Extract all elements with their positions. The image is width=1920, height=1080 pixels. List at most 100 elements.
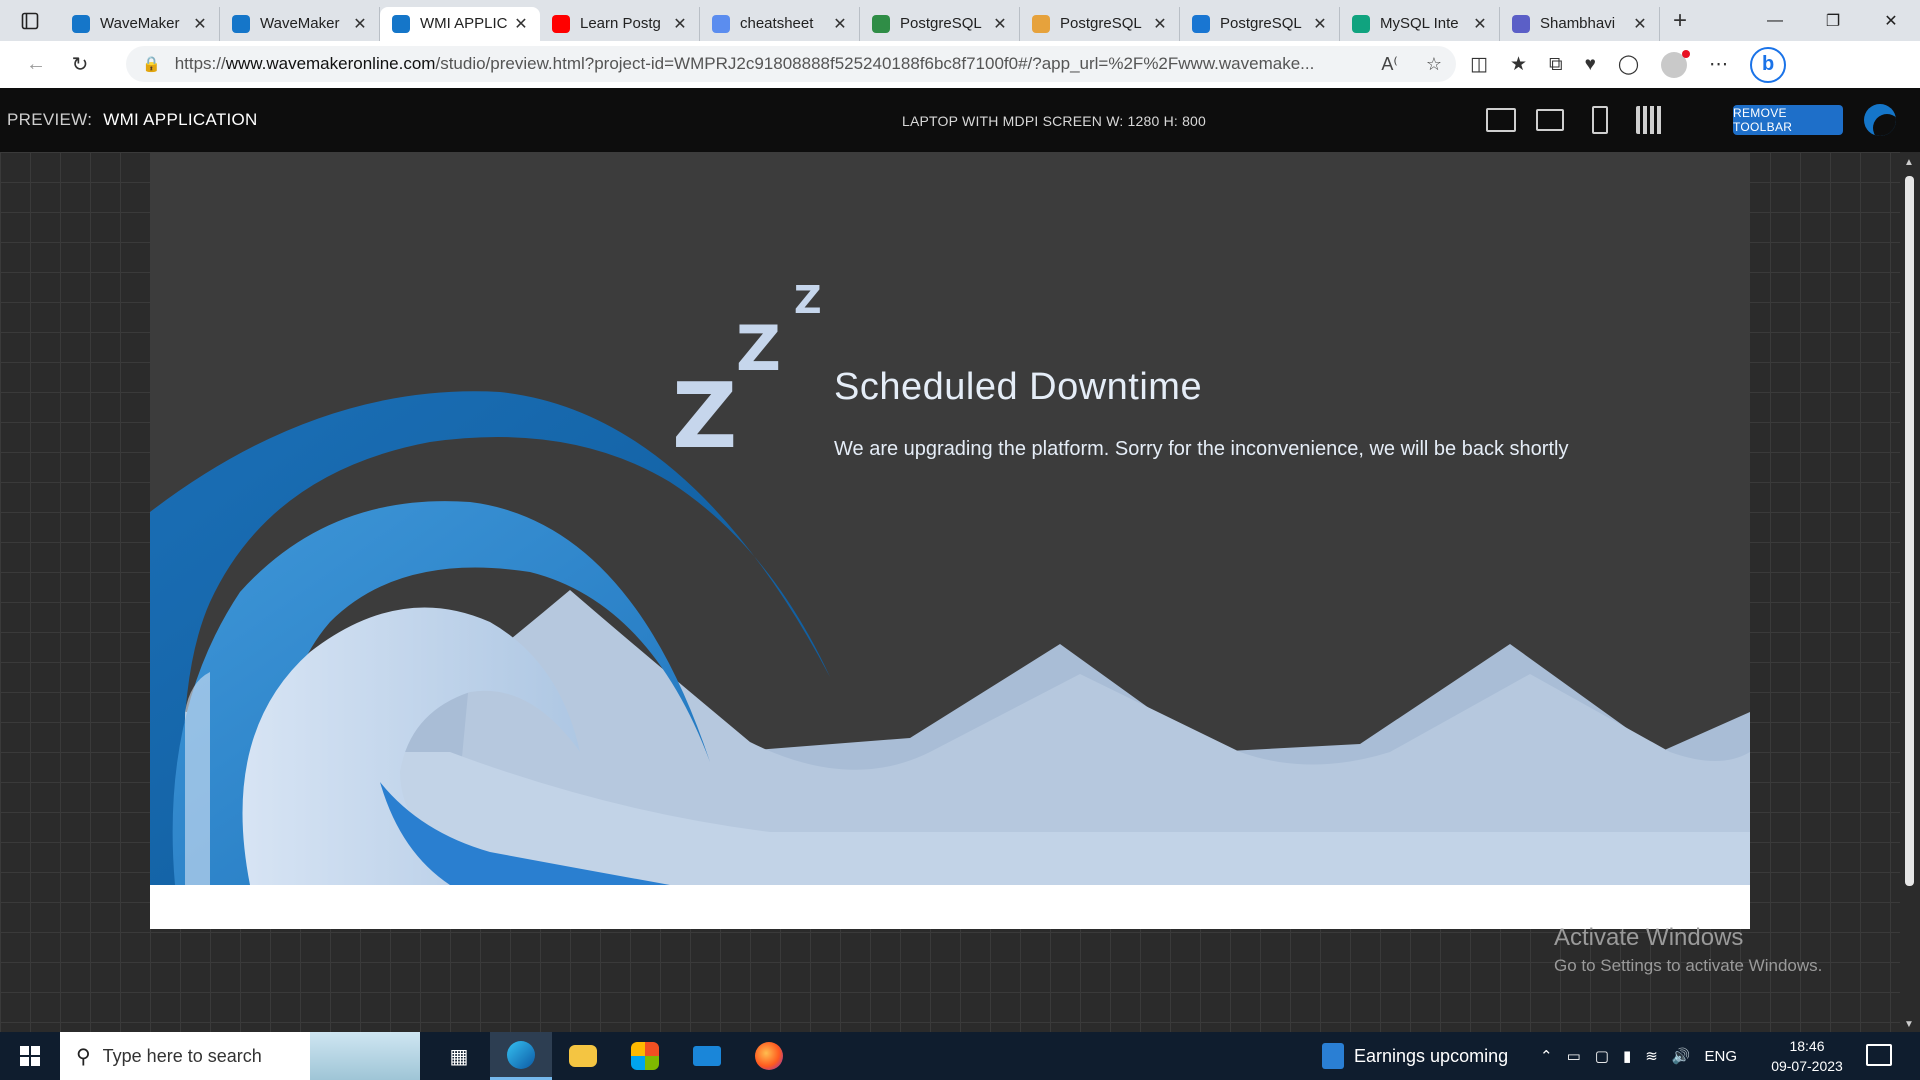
tab-title: PostgreSQL xyxy=(1220,15,1302,32)
close-tab-icon[interactable]: ✕ xyxy=(831,14,849,34)
favorite-star-icon[interactable]: ☆ xyxy=(1426,54,1442,75)
edge-icon[interactable]: ◯ xyxy=(1618,53,1639,76)
downtime-title: Scheduled Downtime xyxy=(834,366,1203,408)
start-button[interactable] xyxy=(0,1032,60,1080)
browser-tab[interactable]: PostgreSQL ✕ xyxy=(860,6,1020,41)
notifications-icon[interactable] xyxy=(1866,1044,1892,1066)
preview-label: PREVIEW: WMI APPLICATION xyxy=(7,110,258,130)
scroll-down-icon[interactable]: ▼ xyxy=(1904,1019,1914,1030)
search-highlight-image xyxy=(310,1032,420,1080)
tab-title: Learn Postg xyxy=(580,15,661,32)
bing-chat-icon[interactable]: b xyxy=(1750,46,1787,83)
taskbar-search-input[interactable]: ⚲ Type here to search xyxy=(60,1032,420,1080)
close-window-button[interactable]: ✕ xyxy=(1862,0,1920,41)
taskbar-explorer-button[interactable] xyxy=(552,1032,614,1080)
taskbar-edge-button[interactable] xyxy=(490,1032,552,1080)
browser-tab[interactable]: Learn Postg ✕ xyxy=(540,6,700,41)
clock-date: 09-07-2023 xyxy=(1771,1058,1843,1074)
show-hidden-icons-icon[interactable]: ⌃ xyxy=(1540,1047,1553,1065)
clock-time: 18:46 xyxy=(1789,1038,1825,1054)
tab-actions-button[interactable] xyxy=(0,0,60,41)
browser-tab[interactable]: cheatsheet ✕ xyxy=(700,6,860,41)
news-widget[interactable]: Earnings upcoming xyxy=(1322,1032,1508,1080)
address-bar-row: ← ↻ 🔒 https://www.wavemakeronline.com/st… xyxy=(0,41,1920,88)
browser-essentials-icon[interactable]: ♥ xyxy=(1585,54,1596,76)
close-tab-icon[interactable]: ✕ xyxy=(671,14,689,34)
search-icon: ⚲ xyxy=(76,1045,91,1068)
app-name: WMI APPLICATION xyxy=(103,110,258,129)
url-prefix: https:// xyxy=(174,54,226,73)
taskbar-store-button[interactable] xyxy=(614,1032,676,1080)
phone-view-icon[interactable] xyxy=(1592,106,1608,134)
restore-button[interactable]: ❐ xyxy=(1804,0,1862,41)
globe-icon xyxy=(1032,14,1050,33)
split-screen-icon[interactable]: ◫ xyxy=(1470,53,1488,76)
taskbar: ⚲ Type here to search ▦ Earnings upcomin… xyxy=(0,1032,1920,1080)
vertical-scrollbar[interactable]: ▲ ▼ xyxy=(1900,152,1920,1032)
browser-tab[interactable]: WaveMaker ✕ xyxy=(60,6,220,41)
activate-line2: Go to Settings to activate Windows. xyxy=(1554,956,1823,975)
new-tab-button[interactable]: + xyxy=(1660,7,1700,35)
browser-tab[interactable]: WaveMaker ✕ xyxy=(220,6,380,41)
close-tab-icon[interactable]: ✕ xyxy=(991,14,1009,34)
language-indicator[interactable]: ENG xyxy=(1704,1048,1737,1065)
browser-tab-strip: WaveMaker ✕ WaveMaker ✕ WMI APPLIC ✕ Learn Pos… xyxy=(0,0,1920,41)
system-tray: ⌃ ▭ ▢ ▮ ≋ 🔊 ENG xyxy=(1540,1032,1737,1080)
remove-toolbar-button[interactable]: REMOVE TOOLBAR xyxy=(1733,105,1843,135)
lock-icon: 🔒 xyxy=(142,56,161,73)
close-tab-icon[interactable]: ✕ xyxy=(191,14,209,34)
display-icon[interactable]: ▢ xyxy=(1595,1047,1609,1065)
close-tab-icon[interactable]: ✕ xyxy=(1631,14,1649,34)
close-tab-icon[interactable]: ✕ xyxy=(1471,14,1489,34)
news-icon xyxy=(1322,1043,1344,1069)
q-icon xyxy=(1192,14,1210,33)
task-view-button[interactable]: ▦ xyxy=(428,1032,490,1080)
tab-title: PostgreSQL xyxy=(1060,15,1142,32)
meet-now-icon[interactable]: ▭ xyxy=(1567,1047,1581,1065)
close-tab-icon[interactable]: ✕ xyxy=(1311,14,1329,34)
qr-code-icon[interactable] xyxy=(1636,106,1664,134)
scrollbar-thumb[interactable] xyxy=(1905,176,1914,886)
close-tab-icon[interactable]: ✕ xyxy=(351,14,369,34)
close-tab-icon[interactable]: ✕ xyxy=(1151,14,1169,34)
battery-icon[interactable]: ▮ xyxy=(1623,1047,1631,1065)
scroll-up-icon[interactable]: ▲ xyxy=(1904,157,1914,168)
windows-logo-icon xyxy=(20,1046,40,1066)
tab-title: MySQL Inte xyxy=(1380,15,1459,32)
browser-tab[interactable]: MySQL Inte ✕ xyxy=(1340,6,1500,41)
profile-avatar[interactable] xyxy=(1661,49,1691,78)
minimize-button[interactable]: — xyxy=(1746,0,1804,41)
frame-footer-strip xyxy=(150,885,1750,929)
browser-tab[interactable]: PostgreSQL ✕ xyxy=(1180,6,1340,41)
chatgpt-icon xyxy=(1352,14,1370,33)
app-preview-frame: Z Z Z Scheduled Downtime We are upgradin… xyxy=(150,152,1750,929)
tablet-view-icon[interactable] xyxy=(1536,109,1564,131)
tab-title: WMI APPLIC xyxy=(420,15,508,32)
volume-icon[interactable]: 🔊 xyxy=(1672,1047,1691,1065)
back-button[interactable]: ← xyxy=(14,45,58,85)
browser-tab[interactable]: WMI APPLIC ✕ xyxy=(380,6,540,41)
tab-title: WaveMaker xyxy=(260,15,340,32)
favorites-icon[interactable]: ★ xyxy=(1510,53,1527,76)
taskbar-firefox-button[interactable] xyxy=(738,1032,800,1080)
close-tab-icon[interactable]: ✕ xyxy=(512,14,530,34)
url-path: /studio/preview.html?project-id=WMPRJ2c9… xyxy=(435,54,1315,73)
preview-toolbar: PREVIEW: WMI APPLICATION LAPTOP WITH MDP… xyxy=(0,88,1920,152)
wifi-icon[interactable]: ≋ xyxy=(1645,1047,1658,1065)
browser-tab[interactable]: Shambhavi ✕ xyxy=(1500,6,1660,41)
url-input[interactable]: 🔒 https://www.wavemakeronline.com/studio… xyxy=(126,46,1456,82)
mail-icon xyxy=(693,1046,721,1066)
laptop-view-icon[interactable] xyxy=(1486,108,1516,132)
news-text: Earnings upcoming xyxy=(1354,1045,1509,1066)
tab-title: WaveMaker xyxy=(100,15,180,32)
browser-tab[interactable]: PostgreSQL ✕ xyxy=(1020,6,1180,41)
refresh-button[interactable]: ↻ xyxy=(58,45,102,85)
taskbar-mail-button[interactable] xyxy=(676,1032,738,1080)
read-aloud-icon[interactable]: A⁽ xyxy=(1381,54,1397,75)
tab-title: PostgreSQL xyxy=(900,15,982,32)
file-explorer-icon xyxy=(569,1045,597,1067)
wavemaker-icon xyxy=(72,14,90,33)
clock[interactable]: 18:46 09-07-2023 xyxy=(1764,1036,1850,1076)
more-menu-icon[interactable]: ⋯ xyxy=(1709,53,1728,76)
collections-icon[interactable]: ⧉ xyxy=(1549,54,1563,76)
